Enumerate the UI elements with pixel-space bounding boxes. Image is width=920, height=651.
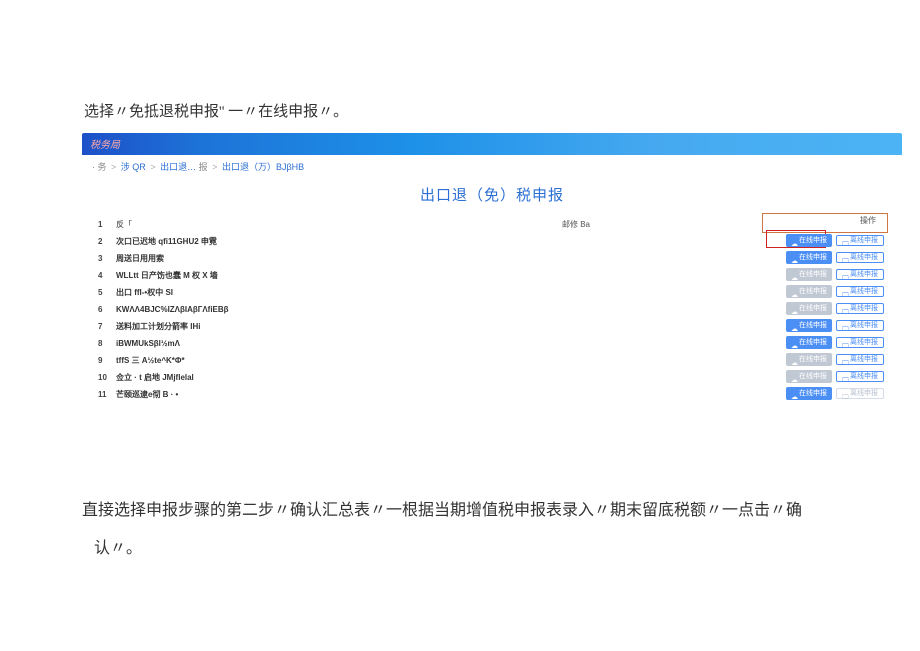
instruction-top: 选择〃免抵退税申报'' 一〃在线申报〃。 [0,0,920,121]
cloud-icon: ☁ [791,340,797,346]
row-name: 送料加工计划分箭率 IHi [116,321,762,332]
row-idx: 4 [90,271,116,280]
display-icon: 🖵 [842,255,848,261]
display-icon: 🖵 [842,340,848,346]
row-name: 周送日用用索 [116,253,762,264]
offline-declare-button[interactable]: 🖵离线申报 [836,303,884,314]
cloud-icon: ☁ [791,357,797,363]
col-mid-head: 邮修 Ba [562,219,762,230]
row-idx: 9 [90,356,116,365]
crumb-sep-2: > [150,162,155,172]
crumb-5[interactable]: 出口退（万）BJβHB [222,162,304,172]
row-idx: 5 [90,288,116,297]
online-declare-button[interactable]: ☁在线申报 [786,251,832,264]
offline-declare-button[interactable]: 🖵离线申报 [836,286,884,297]
offline-declare-button[interactable]: 🖵离线申报 [836,269,884,280]
breadcrumb: · 务 > 涉 QR > 出口退… 报 > 出口退（万）BJβHB [82,155,902,178]
display-icon: 🖵 [842,374,848,380]
offline-declare-button[interactable]: 🖵离线申报 [836,371,884,382]
cloud-icon: ☁ [791,374,797,380]
ops-row: ☁在线申报 🖵离线申报 [766,300,884,317]
instruction-bottom-line1: 直接选择申报步骤的第二步〃确认汇总表〃一根据当期增值税申报表录入〃期末留底税额〃… [82,492,920,530]
crumb-sep-1: > [111,162,116,172]
col-name-head: 反「 [116,219,562,230]
online-declare-button[interactable]: ☁在线申报 [786,234,832,247]
cloud-icon: ☁ [791,272,797,278]
online-declare-button[interactable]: ☁在线申报 [786,319,832,332]
online-declare-button-disabled: ☁在线申报 [786,353,832,366]
row-idx: 11 [90,390,116,399]
crumb-3[interactable]: 出口退… [160,162,196,172]
cloud-icon: ☁ [791,323,797,329]
online-declare-button-disabled: ☁在线申报 [786,370,832,383]
row-name: 出口 ffI-•权中 SI [116,287,762,298]
cloud-icon: ☁ [791,255,797,261]
cloud-icon: ☁ [791,306,797,312]
display-icon: 🖵 [842,289,848,295]
row-name: 次口已迟地 qfi11GHU2 申霓 [116,236,762,247]
online-declare-button-disabled: ☁在线申报 [786,302,832,315]
ops-row [766,215,884,232]
row-name: 佥立 · t 启地 JMjflelal [116,372,762,383]
cloud-icon: ☁ [791,289,797,295]
crumb-2[interactable]: 涉 QR [121,162,146,172]
row-idx: 7 [90,322,116,331]
instruction-bottom: 直接选择申报步骤的第二步〃确认汇总表〃一根据当期增值税申报表录入〃期末留底税额〃… [82,492,920,569]
offline-declare-button[interactable]: 🖵离线申报 [836,252,884,263]
row-idx: 3 [90,254,116,263]
ops-row: ☁在线申报 🖵离线申报 [766,368,884,385]
offline-declare-button[interactable]: 🖵离线申报 [836,354,884,365]
display-icon: 🖵 [842,238,848,244]
row-name: KWΛΛ4BJC%IZΛβIAβГΛfiEBβ [116,305,762,314]
ops-row: ☁在线申报 🖵离线申报 [766,334,884,351]
ops-row: ☁在线申报 🖵离线申报 [766,351,884,368]
display-icon: 🖵 [842,272,848,278]
instruction-bottom-line2: 认〃。 [82,530,920,568]
display-icon: 🖵 [842,391,848,397]
ops-row: ☁在线申报 🖵离线申报 [766,385,884,402]
system-header-band: 税务局 [82,133,902,155]
cloud-icon: ☁ [791,391,797,397]
display-icon: 🖵 [842,306,848,312]
ops-panel: ☁在线申报 🖵离线申报 ☁在线申报 🖵离线申报 ☁在线申报 🖵离线申报 ☁在线申… [766,215,884,402]
header-logo-text: 税务局 [90,136,120,151]
offline-declare-button-muted: 🖵离线申报 [836,388,884,399]
crumb-1: · 务 [92,162,107,172]
offline-declare-button[interactable]: 🖵离线申报 [836,235,884,246]
display-icon: 🖵 [842,323,848,329]
row-idx: 10 [90,373,116,382]
row-idx: 2 [90,237,116,246]
row-idx: 8 [90,339,116,348]
row-name: iBWMUkSβl½mΛ [116,339,762,348]
ops-row: ☁在线申报 🖵离线申报 [766,317,884,334]
online-declare-button[interactable]: ☁在线申报 [786,336,832,349]
ops-row: ☁在线申报 🖵离线申报 [766,283,884,300]
online-declare-button[interactable]: ☁在线申报 [786,387,832,400]
embedded-screenshot: 税务局 · 务 > 涉 QR > 出口退… 报 > 出口退（万）BJβHB 出口… [82,133,902,402]
crumb-sep-3: > [212,162,217,172]
ops-row: ☁在线申报 🖵离线申报 [766,249,884,266]
col-idx-head: 1 [90,220,116,229]
row-idx: 6 [90,305,116,314]
cloud-icon: ☁ [791,238,797,244]
row-name: WLLtt 日产饬也蠢 M 权 X 墙 [116,270,762,281]
ops-row: ☁在线申报 🖵离线申报 [766,232,884,249]
ops-row: ☁在线申报 🖵离线申报 [766,266,884,283]
list-container: 操作 1 反「 邮修 Ba 2 次口已迟地 qfi11GHU2 申霓 3 周送日… [82,215,902,402]
crumb-4: 报 [199,162,208,172]
offline-declare-button[interactable]: 🖵离线申报 [836,320,884,331]
row-name: tffS 三 A½te^K*Φ* [116,355,762,366]
content-title: 出口退（免）税申报 [82,178,902,215]
display-icon: 🖵 [842,357,848,363]
online-declare-button-disabled: ☁在线申报 [786,285,832,298]
row-name: 芒颐巡逮e彻 B · • [116,389,762,400]
offline-declare-button[interactable]: 🖵离线申报 [836,337,884,348]
online-declare-button-disabled: ☁在线申报 [786,268,832,281]
